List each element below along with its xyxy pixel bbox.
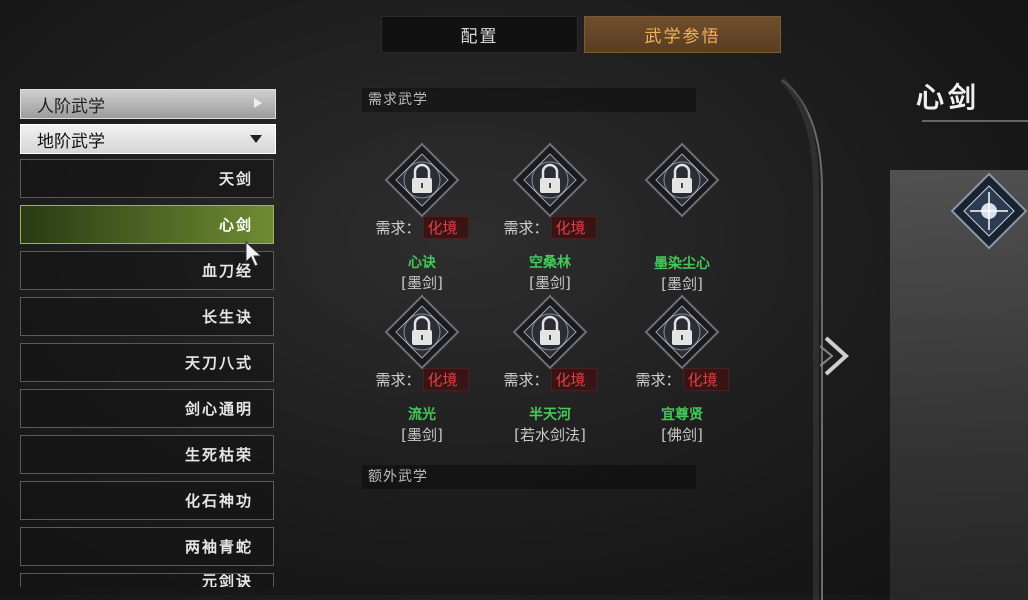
required-skill-school: [佛剑] [661, 426, 703, 444]
section-required: 需求武学 [362, 88, 696, 112]
detail-title-underline [922, 120, 1028, 122]
detail-title: 心剑 [916, 81, 981, 114]
lock-icon [510, 140, 590, 220]
skill-item-tiandaobashi[interactable]: 天刀八式 [20, 343, 274, 382]
required-skill-card[interactable]: 墨染尘心 [墨剑] [622, 140, 742, 294]
required-skill-name: 流光 [408, 407, 436, 423]
tab-config[interactable]: 配置 [381, 16, 578, 53]
required-skill-school: [墨剑] [401, 274, 443, 292]
required-skill-card[interactable]: 需求： 化境 空桑林 [墨剑] [490, 140, 610, 293]
required-skill-name: 墨染尘心 [654, 256, 710, 272]
lock-icon [642, 140, 722, 220]
skill-item-huashishengong[interactable]: 化石神功 [20, 481, 274, 520]
lock-icon [642, 292, 722, 372]
skill-sidebar: 人阶武学 地阶武学 天剑 心剑 血刀经 长生诀 天刀八式 剑心通明 生死枯荣 化… [20, 89, 276, 587]
required-skill-card[interactable]: 需求： 化境 宜尊贤 [佛剑] [622, 292, 742, 445]
skill-item-shengsikurong[interactable]: 生死枯荣 [20, 435, 274, 474]
required-skill-name: 心诀 [408, 255, 436, 271]
skill-item-xinjian[interactable]: 心剑 [20, 205, 274, 244]
lock-icon [382, 292, 462, 372]
required-skill-school: [墨剑] [401, 426, 443, 444]
required-skill-school: [墨剑] [661, 275, 703, 293]
top-tabs: 配置 武学参悟 [381, 16, 781, 53]
category-human[interactable]: 人阶武学 [20, 89, 276, 119]
required-skill-card[interactable]: 需求： 化境 流光 [墨剑] [362, 292, 482, 445]
category-earth-label: 地阶武学 [37, 131, 105, 152]
lock-icon [510, 292, 590, 372]
skill-emblem-icon [950, 172, 1028, 254]
required-skill-name: 宜尊贤 [661, 407, 703, 423]
skill-list: 天剑 心剑 血刀经 长生诀 天刀八式 剑心通明 生死枯荣 化石神功 两袖青蛇 元… [20, 159, 276, 587]
category-human-label: 人阶武学 [37, 96, 105, 117]
required-skill-school: [若水剑法] [514, 426, 586, 444]
next-arrow-icon[interactable] [819, 334, 854, 382]
required-skill-school: [墨剑] [529, 274, 571, 292]
skill-item-changshengjue[interactable]: 长生诀 [20, 297, 274, 336]
category-earth[interactable]: 地阶武学 [20, 124, 276, 154]
section-extra: 额外武学 [362, 465, 696, 489]
skill-item-tianjian[interactable]: 天剑 [20, 159, 274, 198]
mouse-cursor-icon [244, 240, 266, 272]
required-skill-card[interactable]: 需求： 化境 心诀 [墨剑] [362, 140, 482, 293]
skill-item-yuanjianjue[interactable]: 元剑诀 [20, 573, 274, 587]
required-skill-name: 空桑林 [529, 255, 571, 271]
skill-item-xuedaojing[interactable]: 血刀经 [20, 251, 274, 290]
skill-item-jianxintongming[interactable]: 剑心通明 [20, 389, 274, 428]
chevron-down-icon [249, 129, 263, 149]
chevron-right-icon [253, 94, 263, 114]
lock-icon [382, 140, 462, 220]
skill-item-liangxiuqingshe[interactable]: 两袖青蛇 [20, 527, 274, 566]
required-skill-name: 半天河 [529, 407, 571, 423]
tab-learn[interactable]: 武学参悟 [584, 16, 781, 53]
required-skill-card[interactable]: 需求： 化境 半天河 [若水剑法] [490, 292, 610, 445]
